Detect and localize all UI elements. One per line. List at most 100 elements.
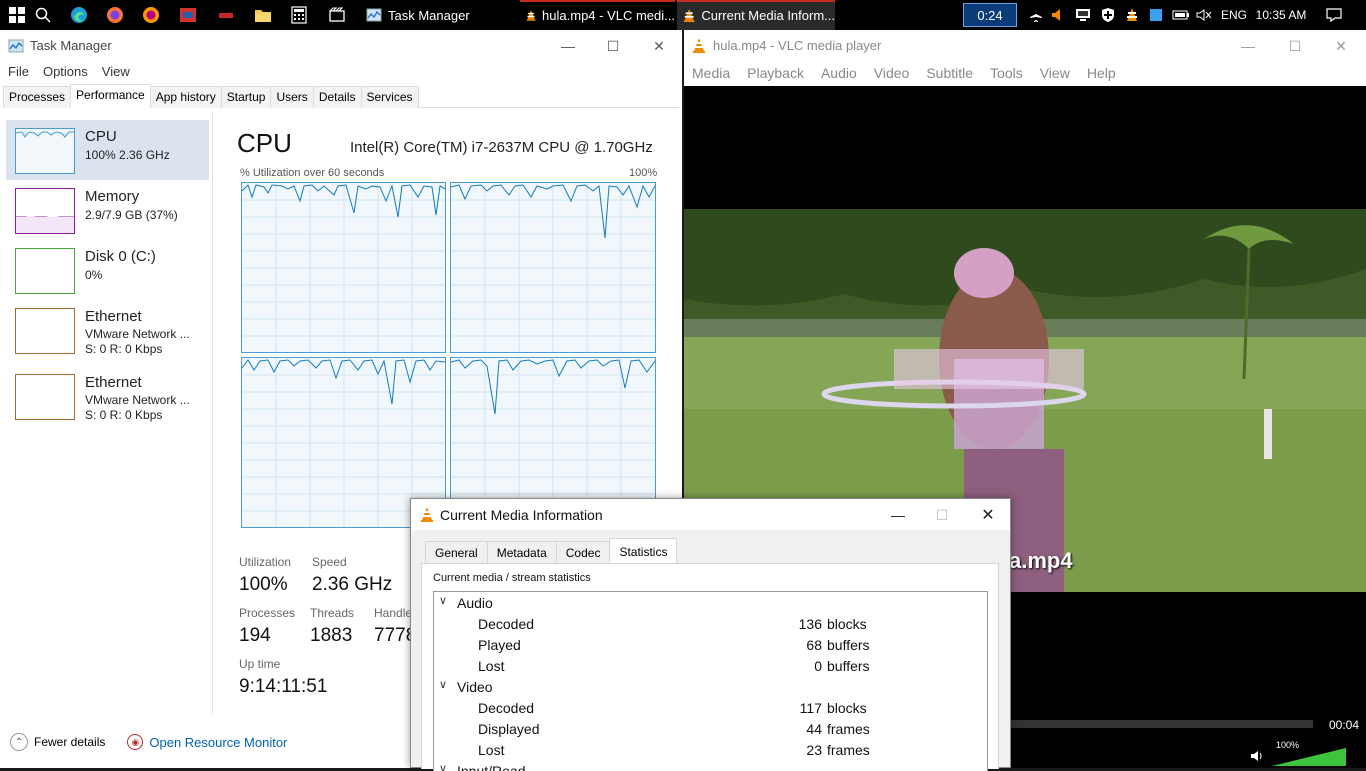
tree-row[interactable]: Lost 23 frames <box>434 740 987 761</box>
firefox-icon[interactable] <box>104 4 126 26</box>
sidebar-item-memory[interactable]: Memory 2.9/7.9 GB (37%) <box>6 180 209 240</box>
tab-statistics[interactable]: Statistics <box>609 538 678 563</box>
sidebar-item-ethernet-2[interactable]: Ethernet VMware Network ... S: 0 R: 0 Kb… <box>6 366 209 426</box>
sidebar-item-ethernet-1[interactable]: Ethernet VMware Network ... S: 0 R: 0 Kb… <box>6 300 209 360</box>
menu-subtitle[interactable]: Subtitle <box>926 65 973 81</box>
firefox-alt-icon[interactable] <box>140 4 162 26</box>
taskbar-task-label: hula.mp4 - VLC medi... <box>542 7 675 23</box>
minimize-button[interactable]: — <box>1225 32 1271 60</box>
stat-label: Played <box>478 637 521 653</box>
tab-codec[interactable]: Codec <box>555 541 611 563</box>
threads-label: Threads <box>310 606 355 620</box>
menu-options[interactable]: Options <box>43 64 88 79</box>
resource-monitor-icon: ◉ <box>127 734 144 750</box>
app-red-icon[interactable] <box>177 4 199 26</box>
fewer-details-link[interactable]: Fewer details <box>34 735 105 749</box>
sidebar-label: Ethernet <box>85 308 142 325</box>
menu-video[interactable]: Video <box>874 65 910 81</box>
tree-row[interactable]: Played 68 buffers <box>434 635 987 656</box>
menu-view[interactable]: View <box>102 64 130 79</box>
sidebar-detail: VMware Network ... <box>85 393 190 407</box>
tab-startup[interactable]: Startup <box>220 86 272 108</box>
volume-icon[interactable] <box>1250 750 1264 765</box>
minimize-button[interactable]: — <box>545 32 591 60</box>
tab-details[interactable]: Details <box>312 86 362 108</box>
taskbar-task-vlc[interactable]: hula.mp4 - VLC medi... <box>520 0 675 30</box>
language-indicator[interactable]: ENG <box>1220 0 1248 30</box>
vlc-tray-icon[interactable] <box>1122 0 1142 30</box>
close-button[interactable]: ✕ <box>965 501 1011 529</box>
tree-row[interactable]: Lost 0 buffers <box>434 656 987 677</box>
close-button[interactable]: ✕ <box>1318 32 1364 60</box>
tab-performance[interactable]: Performance <box>70 84 151 108</box>
group-label: Video <box>457 679 493 695</box>
memory-mini-graph <box>15 188 75 234</box>
dialog-titlebar: Current Media Information — ☐ ✕ <box>411 499 1010 530</box>
tab-services[interactable]: Services <box>360 86 419 108</box>
tab-bar: Processes Performance App history Startu… <box>3 84 679 108</box>
tree-row[interactable]: Decoded 136 blocks <box>434 614 987 635</box>
tree-row[interactable]: Decoded 117 blocks <box>434 698 987 719</box>
edge-icon[interactable] <box>68 4 90 26</box>
notification-icon[interactable] <box>1320 0 1348 30</box>
display-icon[interactable] <box>1072 0 1094 30</box>
menu-tools[interactable]: Tools <box>990 65 1023 81</box>
cpu-core-graph <box>450 182 656 353</box>
stat-value: 0 <box>814 658 822 674</box>
chevron-down-icon[interactable]: ∨ <box>439 678 447 691</box>
volume-muted-icon[interactable] <box>1194 0 1214 30</box>
timer-value: 0:24 <box>963 3 1017 27</box>
sidebar-detail: 2.9/7.9 GB (37%) <box>85 208 178 222</box>
file-explorer-icon[interactable] <box>252 4 274 26</box>
tray-timer[interactable]: 0:24 <box>962 0 1018 30</box>
clock[interactable]: 10:35 AM <box>1252 0 1310 30</box>
maximize-button[interactable]: ☐ <box>919 501 965 529</box>
start-button[interactable] <box>6 4 28 26</box>
close-button[interactable]: ✕ <box>636 32 682 60</box>
speaker-orange-icon[interactable] <box>1048 0 1066 30</box>
taskbar-task-task-manager[interactable]: Task Manager <box>360 0 518 30</box>
tree-group-input[interactable]: ∨ Input/Read <box>434 761 987 771</box>
stat-value: 23 <box>806 742 822 758</box>
menu-media[interactable]: Media <box>692 65 730 81</box>
battery-icon[interactable] <box>1170 0 1192 30</box>
security-shield-icon[interactable] <box>1098 0 1118 30</box>
cpu-model: Intel(R) Core(TM) i7-2637M CPU @ 1.70GHz <box>350 139 653 156</box>
menu-view[interactable]: View <box>1040 65 1070 81</box>
maximize-button[interactable]: ☐ <box>590 32 636 60</box>
tree-group-audio[interactable]: ∨ Audio <box>434 593 987 614</box>
cpu-mini-graph <box>15 128 75 174</box>
chevron-down-icon[interactable]: ∨ <box>439 762 447 771</box>
tab-metadata[interactable]: Metadata <box>486 541 557 563</box>
maximize-button[interactable]: ☐ <box>1272 32 1318 60</box>
volume-slider[interactable]: 100% <box>1272 740 1346 768</box>
video-editor-icon[interactable] <box>326 4 348 26</box>
sidebar-item-disk[interactable]: Disk 0 (C:) 0% <box>6 240 209 300</box>
stat-unit: blocks <box>827 700 867 716</box>
calculator-icon[interactable] <box>288 4 310 26</box>
minimize-button[interactable]: — <box>875 501 921 529</box>
search-taskbar-icon[interactable] <box>32 4 54 26</box>
airplane-icon[interactable] <box>1025 0 1047 30</box>
sidebar-item-cpu[interactable]: CPU 100% 2.36 GHz <box>6 120 209 180</box>
taskbar: Task Manager hula.mp4 - VLC medi... Curr… <box>0 0 1366 30</box>
taskbar-task-media-info[interactable]: Current Media Inform... <box>677 0 835 30</box>
tab-users[interactable]: Users <box>270 86 314 108</box>
app-winrar-icon[interactable] <box>215 4 237 26</box>
tree-group-video[interactable]: ∨ Video <box>434 677 987 698</box>
group-label: Input/Read <box>457 763 526 771</box>
menu-audio[interactable]: Audio <box>821 65 857 81</box>
tab-general[interactable]: General <box>425 541 488 563</box>
menu-file[interactable]: File <box>8 64 29 79</box>
open-resource-monitor-link[interactable]: Open Resource Monitor <box>149 735 287 750</box>
chevron-down-icon[interactable]: ∨ <box>439 594 447 607</box>
tab-app-history[interactable]: App history <box>149 86 222 108</box>
tree-row[interactable]: Displayed 44 frames <box>434 719 987 740</box>
blue-square-icon[interactable] <box>1146 0 1166 30</box>
menu-help[interactable]: Help <box>1087 65 1116 81</box>
media-information-dialog: Current Media Information — ☐ ✕ General … <box>410 498 1011 771</box>
sidebar-detail-2: S: 0 R: 0 Kbps <box>85 408 163 422</box>
tab-processes[interactable]: Processes <box>3 86 72 108</box>
menu-playback[interactable]: Playback <box>747 65 804 81</box>
chevron-up-icon[interactable]: ⌃ <box>10 733 28 751</box>
